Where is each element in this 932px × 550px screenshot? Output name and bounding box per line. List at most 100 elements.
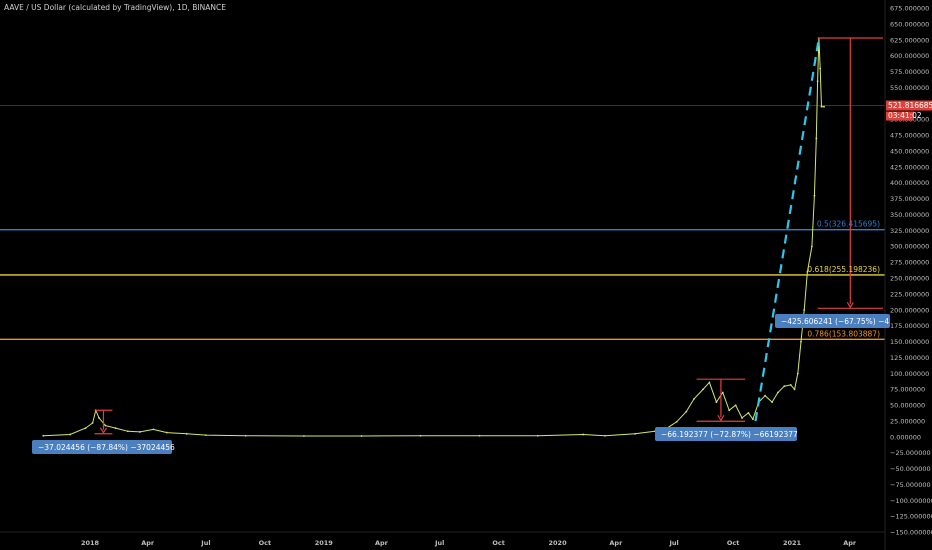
price-point (244, 434, 247, 437)
price-point (693, 397, 695, 400)
y-tick-label: 225.000000 (890, 290, 929, 298)
y-tick-label: −100.000000 (890, 497, 932, 505)
price-point (777, 391, 779, 394)
y-tick-label: −125.000000 (890, 513, 932, 521)
x-tick-label: 2018 (81, 539, 100, 547)
price-point (165, 431, 168, 434)
price-point (478, 434, 481, 437)
price-point (114, 427, 117, 430)
y-tick-label: 25.000000 (890, 417, 925, 425)
y-tick-label: 300.000000 (890, 243, 929, 251)
y-tick-label: 350.000000 (890, 211, 929, 219)
reference-lines (0, 105, 885, 341)
drawings-layer (94, 37, 883, 435)
current-price-label: 521.816685 (888, 101, 932, 110)
price-chart[interactable]: 675.000000 650.000000 625.000000 600.000000… (0, 0, 932, 550)
y-tick-label: −25.000000 (890, 449, 931, 457)
y-tick-label: 325.000000 (890, 227, 929, 235)
price-point (793, 388, 796, 391)
price-point (634, 432, 636, 435)
price-point (419, 434, 422, 437)
y-tick-label: −150.000000 (890, 529, 932, 537)
x-tick-label: Apr (609, 539, 623, 547)
y-tick-label: −75.000000 (890, 481, 931, 489)
y-tick-label: 150.000000 (890, 338, 929, 346)
price-point (715, 401, 718, 403)
price-point (815, 137, 818, 140)
x-tick-label: 2021 (783, 539, 802, 547)
fib-level-label: 0.786(153.803887) (807, 329, 880, 338)
y-tick-label: 175.000000 (890, 322, 929, 330)
measure-info-label: −37.024456 (−87.84%) −37024456 (38, 443, 175, 452)
price-point (734, 404, 737, 407)
y-tick-label: 425.000000 (890, 163, 929, 171)
measure-info-label: −425.606241 (−67.75%) −4 (781, 317, 889, 326)
price-point (152, 428, 155, 431)
y-tick-label: 100.000000 (890, 370, 929, 378)
price-point (728, 409, 731, 412)
annotation-labels: 0.5(326.415695) 0.618(255.198236) 0.786(15… (32, 100, 932, 454)
x-tick-label: Jul (434, 539, 444, 547)
y-tick-label: 650.000000 (890, 20, 929, 28)
price-point (69, 433, 72, 436)
y-tick-label: −50.000000 (890, 465, 931, 473)
price-point (800, 340, 802, 343)
y-tick-label: 0.000000 (890, 433, 921, 441)
price-point (139, 431, 141, 433)
price-point (582, 433, 585, 436)
price-point (185, 432, 188, 435)
price-point (42, 434, 45, 437)
price-point (789, 384, 792, 386)
price-point (721, 391, 724, 394)
price-point (747, 411, 750, 414)
y-tick-label: 600.000000 (890, 52, 929, 60)
price-point (685, 410, 688, 413)
y-tick-label: 575.000000 (890, 68, 929, 76)
price-point (360, 435, 363, 437)
y-tick-label: 275.000000 (890, 259, 929, 267)
price-point (91, 422, 94, 424)
price-point (752, 418, 754, 421)
x-tick-label: 2019 (315, 539, 334, 547)
price-point (536, 434, 539, 437)
price-point (303, 435, 305, 437)
price-point (104, 424, 107, 427)
y-tick-label: 550.000000 (890, 84, 929, 92)
price-point (783, 385, 786, 388)
price-point (675, 420, 678, 423)
price-point (126, 430, 129, 433)
price-axis[interactable]: 675.000000 650.000000 625.000000 600.000000… (890, 5, 932, 537)
price-point (803, 309, 806, 311)
price-point (823, 105, 825, 108)
y-tick-label: 625.000000 (890, 36, 929, 44)
y-tick-label: 125.000000 (890, 354, 929, 362)
countdown-label: 03:41:02 (888, 111, 922, 120)
y-tick-label: 375.000000 (890, 195, 929, 203)
time-axis[interactable]: 2018 Apr Jul Oct 2019 Apr Jul Oct 2020 Apr Jul Oct 2… (81, 539, 857, 547)
price-point (702, 388, 704, 391)
price-point (84, 427, 87, 430)
price-point (810, 245, 813, 248)
y-tick-label: 200.000000 (890, 306, 929, 314)
price-line (43, 38, 824, 437)
price-point (741, 417, 743, 419)
y-tick-label: 450.000000 (890, 147, 929, 155)
price-point (816, 80, 819, 83)
price-point (708, 381, 711, 384)
x-tick-label: 2020 (549, 539, 568, 547)
fib-level-label: 0.5(326.415695) (817, 220, 880, 229)
x-tick-label: Oct (492, 539, 505, 547)
x-tick-label: Jul (200, 539, 210, 547)
price-point (796, 372, 799, 375)
y-tick-label: 475.000000 (890, 132, 929, 140)
x-tick-label: Apr (375, 539, 389, 547)
x-tick-label: Oct (259, 539, 272, 547)
price-point (98, 417, 100, 419)
price-series (42, 37, 825, 437)
price-point (604, 434, 606, 437)
y-tick-label: 400.000000 (890, 179, 929, 187)
x-tick-label: Oct (727, 539, 740, 547)
price-point (205, 434, 207, 436)
chart-title: AAVE / US Dollar (calculated by TradingV… (4, 3, 226, 12)
price-point (819, 67, 822, 70)
